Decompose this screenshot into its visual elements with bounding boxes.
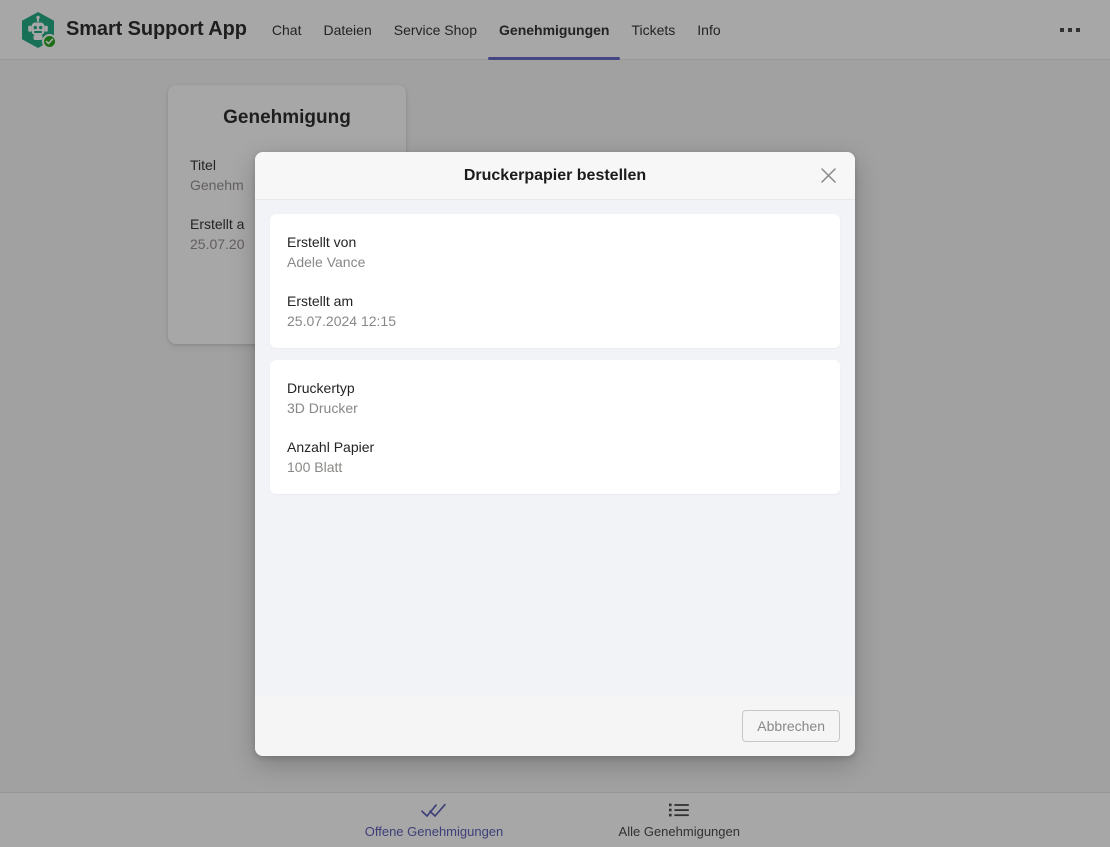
close-icon[interactable]: [813, 161, 843, 191]
field-value: 3D Drucker: [287, 400, 358, 416]
field-label: Druckertyp: [287, 380, 355, 396]
dialog-header: Druckerpapier bestellen: [255, 152, 855, 200]
field-value: 100 Blatt: [287, 459, 343, 475]
app-root: Smart Support App Chat Dateien Service S…: [0, 0, 1110, 847]
field-value: Adele Vance: [287, 254, 366, 270]
approval-detail-dialog: Druckerpapier bestellen Erstellt von Ade…: [255, 152, 855, 756]
field-value: 25.07.2024 12:15: [287, 313, 396, 329]
dialog-card-metadata: Erstellt von Adele Vance Erstellt am 25.…: [270, 214, 840, 348]
dialog-footer: Abbrechen: [255, 696, 855, 756]
dialog-card-details: Druckertyp 3D Drucker Anzahl Papier 100 …: [270, 360, 840, 494]
dialog-body: Erstellt von Adele Vance Erstellt am 25.…: [255, 200, 855, 696]
field-druckertyp: Druckertyp 3D Drucker: [287, 378, 823, 419]
field-label: Erstellt am: [287, 293, 354, 309]
field-anzahl-papier: Anzahl Papier 100 Blatt: [287, 437, 823, 478]
field-label: Erstellt von: [287, 234, 357, 250]
dialog-title: Druckerpapier bestellen: [463, 166, 647, 184]
cancel-button[interactable]: Abbrechen: [742, 710, 840, 742]
field-label: Anzahl Papier: [287, 439, 375, 455]
field-erstellt-am: Erstellt am 25.07.2024 12:15: [287, 291, 823, 332]
field-erstellt-von: Erstellt von Adele Vance: [287, 232, 823, 273]
